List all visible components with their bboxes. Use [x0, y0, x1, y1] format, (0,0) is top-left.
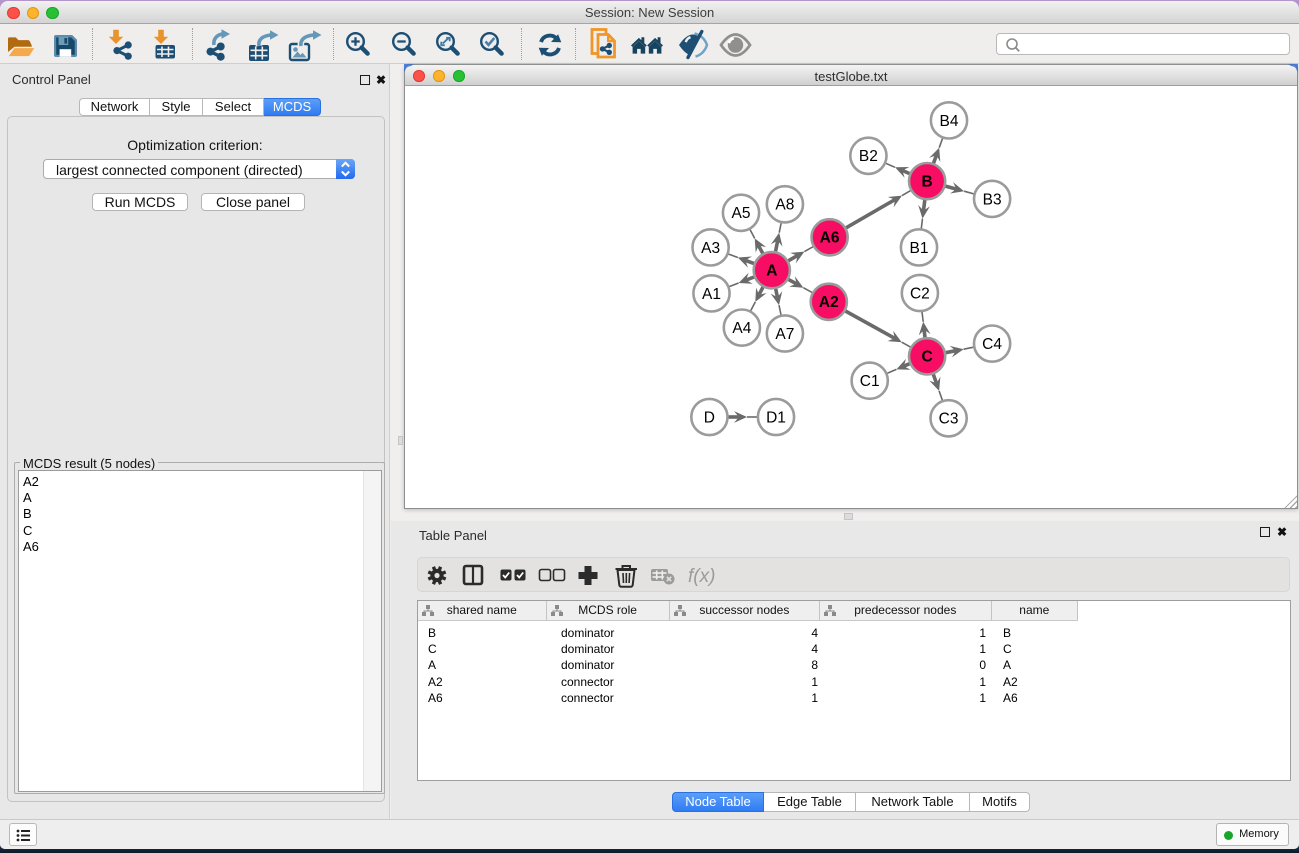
svg-text:B3: B3 [983, 191, 1002, 208]
svg-text:A2: A2 [819, 294, 839, 311]
svg-text:C1: C1 [860, 373, 880, 390]
svg-text:D: D [704, 409, 715, 426]
svg-text:A: A [766, 263, 777, 280]
svg-text:A8: A8 [775, 197, 794, 214]
svg-text:B: B [921, 174, 932, 191]
svg-text:C2: C2 [910, 285, 930, 302]
svg-text:f(x): f(x) [688, 566, 715, 587]
svg-text:A4: A4 [732, 320, 751, 337]
svg-text:B4: B4 [940, 113, 959, 130]
svg-text:A3: A3 [701, 240, 720, 257]
svg-text:B2: B2 [859, 148, 878, 165]
svg-text:C: C [921, 349, 932, 366]
svg-text:C3: C3 [939, 411, 959, 428]
svg-text:A1: A1 [702, 286, 721, 303]
svg-text:D1: D1 [766, 409, 786, 426]
svg-text:A7: A7 [775, 326, 794, 343]
svg-text:C4: C4 [982, 336, 1002, 353]
svg-text:A5: A5 [732, 205, 751, 222]
svg-text:A6: A6 [820, 230, 840, 247]
svg-text:B1: B1 [910, 240, 929, 257]
